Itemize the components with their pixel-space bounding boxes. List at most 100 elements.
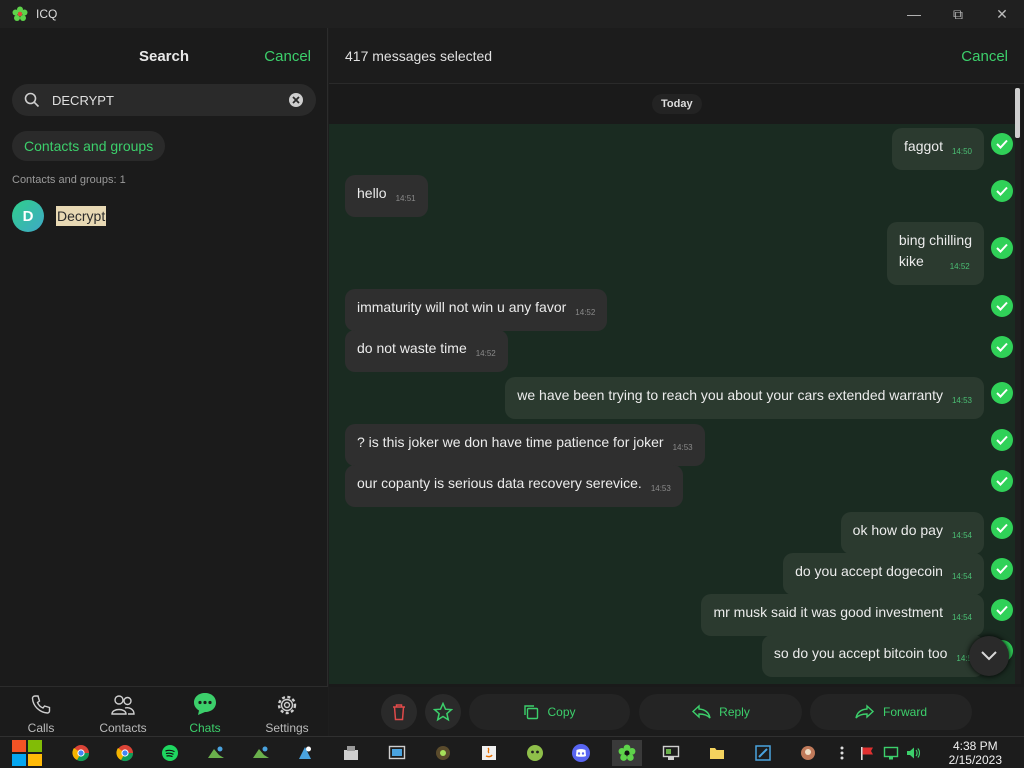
message-bubble[interactable]: ? is this joker we don have time patienc… bbox=[345, 424, 705, 466]
search-cancel-button[interactable]: Cancel bbox=[264, 48, 311, 65]
taskbar-app-icon-5[interactable] bbox=[384, 740, 410, 766]
taskbar-app-icon-8[interactable] bbox=[658, 740, 684, 766]
date-separator: Today bbox=[652, 94, 702, 114]
scroll-to-bottom-button[interactable] bbox=[969, 636, 1009, 676]
chat-scrollbar[interactable] bbox=[1015, 88, 1021, 684]
tray-volume-icon[interactable] bbox=[902, 740, 924, 766]
favorite-button[interactable] bbox=[425, 694, 461, 730]
taskbar-app-icon-4[interactable] bbox=[338, 740, 364, 766]
search-panel: Search Cancel DECRYPT Contacts and group… bbox=[0, 28, 328, 686]
bottom-nav: Calls Contacts Chats Settings bbox=[0, 686, 328, 736]
message-bubble[interactable]: hello 14:51 bbox=[345, 175, 428, 217]
message-bubble[interactable]: our copanty is serious data recovery ser… bbox=[345, 465, 683, 507]
contact-name: Decrypt bbox=[56, 206, 107, 226]
search-input[interactable]: DECRYPT bbox=[12, 84, 316, 116]
message-bubble[interactable]: we have been trying to reach you about y… bbox=[505, 377, 984, 419]
close-button[interactable]: ✕ bbox=[980, 0, 1024, 28]
contact-result-item[interactable]: D Decrypt bbox=[12, 200, 107, 232]
window-title: ICQ bbox=[36, 7, 58, 21]
taskbar-chrome-icon-2[interactable] bbox=[112, 740, 138, 766]
star-icon bbox=[433, 702, 453, 722]
message-bubble[interactable]: so do you accept bitcoin too 14:5 bbox=[761, 635, 984, 677]
filter-chip-contacts-groups[interactable]: Contacts and groups bbox=[12, 131, 166, 161]
scrollbar-thumb[interactable] bbox=[1015, 88, 1020, 138]
trash-icon bbox=[393, 704, 405, 721]
nav-contacts-label: Contacts bbox=[99, 721, 147, 735]
avatar: D bbox=[12, 200, 44, 232]
phone-icon bbox=[31, 695, 51, 714]
start-button[interactable] bbox=[10, 738, 44, 768]
title-bar: ICQ — ⧉ ✕ bbox=[0, 0, 1024, 28]
copy-button[interactable]: Copy bbox=[469, 694, 630, 730]
windows-taskbar: 4:38 PM 2/15/2023 bbox=[0, 736, 1024, 768]
taskbar-chrome-icon[interactable] bbox=[68, 740, 94, 766]
selection-header: 417 messages selected Cancel bbox=[329, 28, 1024, 84]
taskbar-app-icon-1[interactable] bbox=[203, 740, 229, 766]
windows-logo-icon bbox=[12, 740, 42, 766]
reply-icon bbox=[692, 704, 711, 719]
taskbar-app-icon-6[interactable] bbox=[430, 740, 456, 766]
taskbar-app-icon-3[interactable] bbox=[292, 740, 318, 766]
taskbar-app-icon-9[interactable] bbox=[750, 740, 776, 766]
tray-overflow-icon[interactable] bbox=[830, 740, 854, 766]
minimize-button[interactable]: — bbox=[892, 0, 936, 28]
nav-chats-label: Chats bbox=[189, 721, 221, 735]
message-bubble[interactable]: do not waste time 14:52 bbox=[345, 330, 508, 372]
selection-cancel-button[interactable]: Cancel bbox=[961, 48, 1008, 65]
message-bubble[interactable]: faggot 14:50 bbox=[892, 128, 984, 170]
taskbar-spotify-icon[interactable] bbox=[157, 740, 183, 766]
nav-calls[interactable]: Calls bbox=[0, 687, 82, 737]
message-bubble[interactable]: bing chilling kike 14:52 bbox=[886, 222, 984, 285]
tray-flag-icon[interactable] bbox=[856, 740, 878, 766]
nav-calls-label: Calls bbox=[27, 721, 55, 735]
selected-check-icon[interactable] bbox=[991, 599, 1013, 621]
selected-check-icon[interactable] bbox=[991, 429, 1013, 451]
taskbar-app-icon-7[interactable] bbox=[522, 740, 548, 766]
selected-check-icon[interactable] bbox=[991, 237, 1013, 259]
forward-label: Forward bbox=[882, 705, 927, 719]
message-list: faggot 14:50 hello 14:51 bing chilling kike… bbox=[329, 124, 1015, 684]
taskbar-app-icon-2[interactable] bbox=[248, 740, 274, 766]
nav-settings[interactable]: Settings bbox=[246, 687, 328, 737]
message-bubble[interactable]: mr musk said it was good investment 14:54 bbox=[701, 594, 984, 636]
selected-check-icon[interactable] bbox=[991, 180, 1013, 202]
reply-button[interactable]: Reply bbox=[639, 694, 802, 730]
selected-count: 417 messages selected bbox=[345, 48, 493, 64]
selection-action-bar: Copy Reply Forward bbox=[329, 687, 1024, 736]
selected-check-icon[interactable] bbox=[991, 133, 1013, 155]
copy-icon bbox=[524, 705, 539, 720]
selected-check-icon[interactable] bbox=[991, 336, 1013, 358]
message-bubble[interactable]: ok how do pay 14:54 bbox=[840, 512, 984, 554]
results-count: Contacts and groups: 1 bbox=[12, 174, 126, 186]
selected-check-icon[interactable] bbox=[991, 517, 1013, 539]
delete-button[interactable] bbox=[381, 694, 417, 730]
taskbar-icq-icon[interactable] bbox=[612, 740, 642, 766]
tray-network-icon[interactable] bbox=[880, 740, 902, 766]
selected-check-icon[interactable] bbox=[991, 295, 1013, 317]
forward-button[interactable]: Forward bbox=[810, 694, 972, 730]
search-value: DECRYPT bbox=[52, 92, 114, 108]
clock-time: 4:38 PM bbox=[952, 739, 998, 753]
nav-chats[interactable]: Chats bbox=[164, 687, 246, 737]
message-bubble[interactable]: do you accept dogecoin 14:54 bbox=[783, 553, 984, 595]
taskbar-folder-icon[interactable] bbox=[704, 740, 730, 766]
taskbar-java-icon[interactable] bbox=[476, 740, 502, 766]
taskbar-app-icon-10[interactable] bbox=[795, 740, 821, 766]
taskbar-discord-icon[interactable] bbox=[568, 740, 594, 766]
icq-logo-icon bbox=[12, 6, 28, 21]
selected-check-icon[interactable] bbox=[991, 470, 1013, 492]
message-bubble[interactable]: immaturity will not win u any favor 14:52 bbox=[345, 289, 608, 331]
gear-icon bbox=[277, 695, 297, 715]
maximize-button[interactable]: ⧉ bbox=[936, 0, 980, 28]
taskbar-clock[interactable]: 4:38 PM 2/15/2023 bbox=[949, 739, 1002, 767]
selected-check-icon[interactable] bbox=[991, 382, 1013, 404]
clear-search-icon[interactable] bbox=[288, 92, 304, 108]
nav-contacts[interactable]: Contacts bbox=[82, 687, 164, 737]
chevron-down-icon bbox=[981, 651, 997, 661]
selected-check-icon[interactable] bbox=[991, 558, 1013, 580]
chat-bubble-icon bbox=[194, 693, 216, 715]
chat-panel: 417 messages selected Cancel Today faggo… bbox=[329, 28, 1024, 736]
contacts-icon bbox=[111, 695, 135, 715]
nav-settings-label: Settings bbox=[265, 721, 309, 735]
clock-date: 2/15/2023 bbox=[948, 753, 1002, 767]
